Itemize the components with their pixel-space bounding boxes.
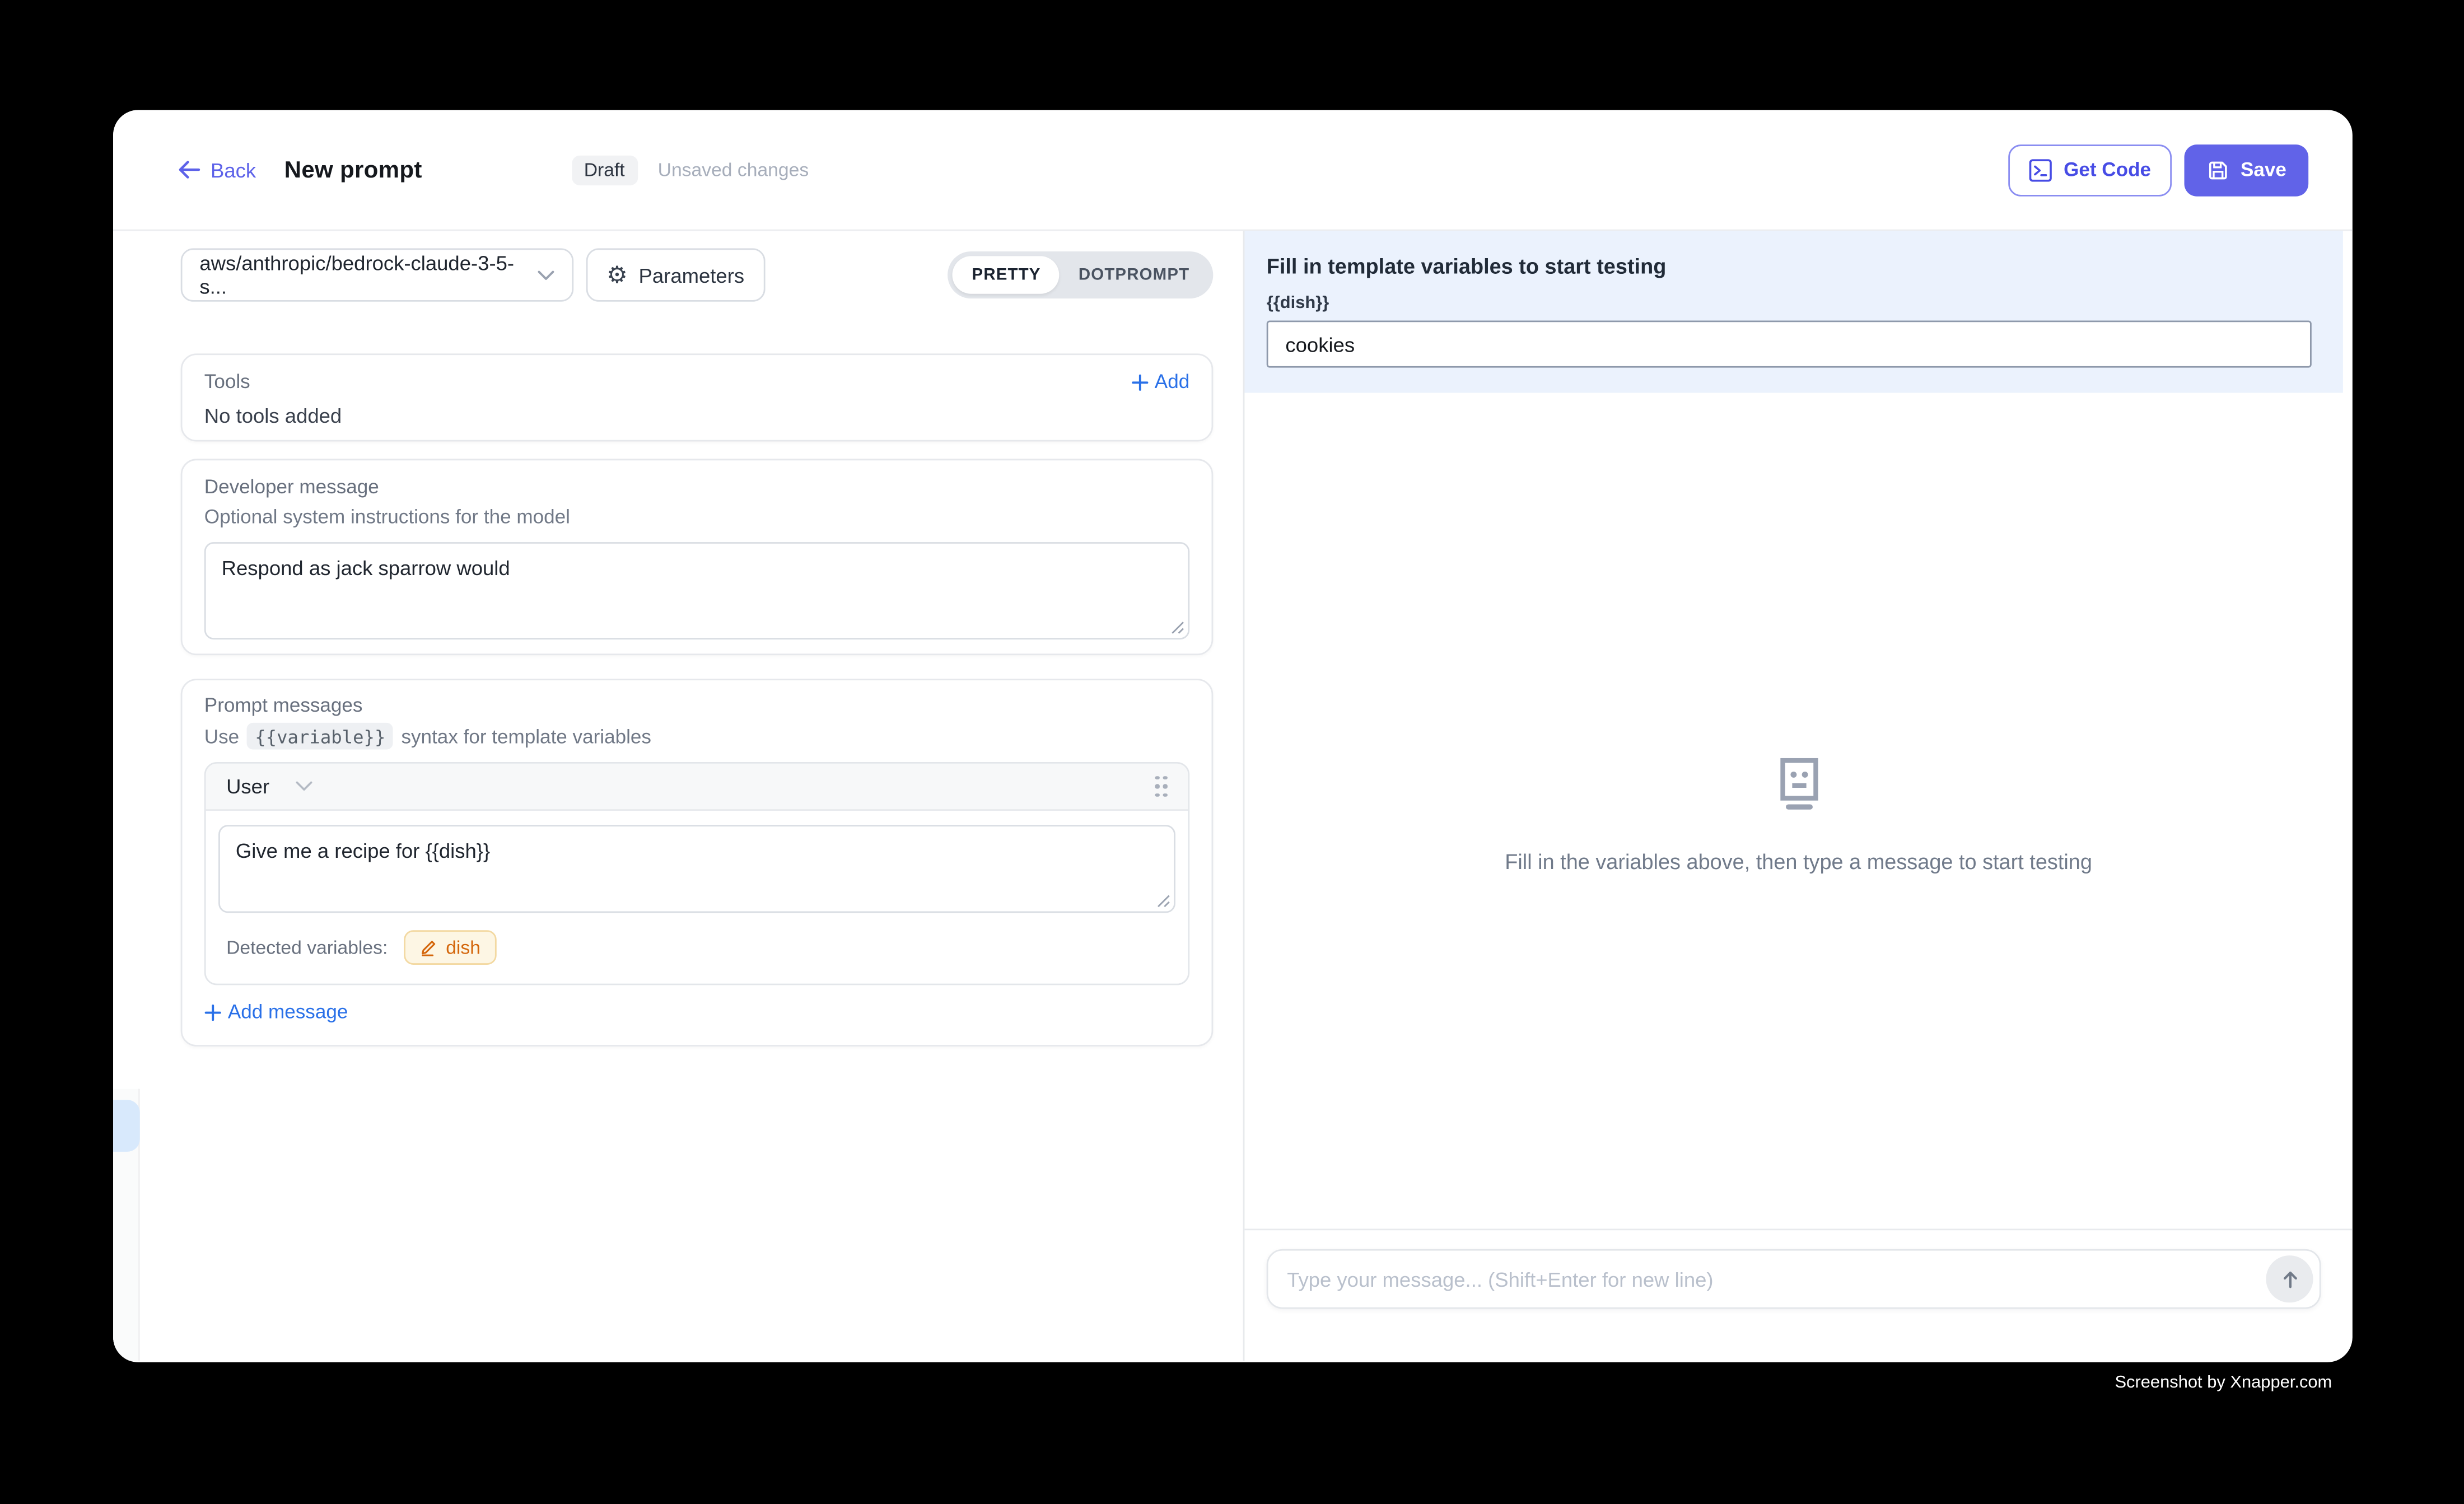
save-button[interactable]: Save [2184, 144, 2308, 196]
background-sidebar-sliver [113, 1089, 140, 1361]
variable-name-label: {{dish}} [1267, 294, 2312, 313]
add-message-button[interactable]: Add message [204, 1001, 348, 1022]
background-sidebar-selected-item [113, 1100, 140, 1152]
back-arrow-icon [178, 160, 201, 179]
plus-icon [1131, 373, 1149, 390]
developer-message-hint: Optional system instructions for the mod… [204, 506, 1189, 528]
prompt-messages-hint: Use {{variable}} syntax for template var… [204, 723, 1189, 750]
back-button[interactable]: Back [178, 158, 256, 181]
model-row: aws/anthropic/bedrock-claude-3-5-s... ⚙ … [181, 248, 1214, 301]
chevron-down-icon[interactable] [296, 781, 314, 792]
developer-message-textarea[interactable]: Respond as jack sparrow would [204, 542, 1189, 639]
tester-panel: Fill in template variables to start test… [1244, 231, 2352, 1361]
template-variables-header: Fill in template variables to start test… [1244, 231, 2342, 393]
prompt-messages-card: Prompt messages Use {{variable}} syntax … [181, 679, 1214, 1045]
resize-grip-icon[interactable] [1156, 894, 1170, 908]
hint-prefix: Use [204, 725, 239, 747]
message-body: Give me a recipe for {{dish}} Detected v… [206, 811, 1188, 984]
page-title: New prompt [284, 156, 422, 183]
variable-chip-dish[interactable]: dish [403, 930, 496, 965]
developer-message-card: Developer message Optional system instru… [181, 459, 1214, 655]
role-select-value[interactable]: User [226, 774, 269, 798]
send-button[interactable] [2266, 1255, 2313, 1302]
toggle-dotprompt[interactable]: DOTPROMPT [1060, 256, 1208, 293]
chevron-down-icon [538, 269, 555, 281]
parameters-button[interactable]: ⚙ Parameters [586, 248, 765, 301]
parameters-label: Parameters [639, 263, 745, 287]
edit-pencil-icon [419, 938, 438, 957]
add-message-label: Add message [228, 1001, 348, 1022]
drag-handle-icon[interactable] [1155, 776, 1167, 797]
model-selector-value: aws/anthropic/bedrock-claude-3-5-s... [199, 251, 538, 298]
app-window: Back New prompt Draft Unsaved changes Ge… [113, 110, 2353, 1361]
arrow-up-icon [2279, 1269, 2299, 1289]
chat-input-container [1267, 1249, 2321, 1309]
resize-grip-icon[interactable] [1171, 620, 1185, 634]
variable-value-input[interactable] [1267, 320, 2312, 367]
watermark: Screenshot by Xnapper.com [2115, 1374, 2332, 1393]
screenshot-stage: Back New prompt Draft Unsaved changes Ge… [0, 0, 2464, 1504]
get-code-button[interactable]: Get Code [2009, 144, 2172, 196]
hint-suffix: syntax for template variables [401, 725, 651, 747]
gear-icon: ⚙ [606, 263, 628, 287]
save-label: Save [2241, 158, 2286, 180]
robot-face-icon [1770, 755, 1827, 811]
variable-syntax-chip: {{variable}} [247, 723, 393, 750]
message-textarea[interactable]: Give me a recipe for {{dish}} [218, 825, 1175, 913]
message-role-row: User [206, 764, 1188, 811]
main-split: aws/anthropic/bedrock-claude-3-5-s... ⚙ … [113, 231, 2353, 1361]
detected-variables-label: Detected variables: [226, 936, 388, 958]
tools-card: Tools Add No tools added [181, 353, 1214, 441]
chat-empty-area: Fill in the variables above, then type a… [1244, 393, 2352, 1229]
back-label: Back [211, 158, 256, 181]
tools-title: Tools [204, 371, 250, 393]
model-selector[interactable]: aws/anthropic/bedrock-claude-3-5-s... [181, 248, 574, 301]
unsaved-changes-note: Unsaved changes [658, 158, 809, 180]
add-tool-button[interactable]: Add [1131, 371, 1190, 393]
developer-message-title: Developer message [204, 476, 1189, 498]
status-badge: Draft [571, 155, 637, 184]
chat-empty-text: Fill in the variables above, then type a… [1505, 849, 2092, 873]
save-icon [2206, 158, 2229, 181]
message-item: User Give me a recipe for {{dish}} Detec… [204, 762, 1189, 985]
chat-input-bar [1244, 1229, 2352, 1361]
add-tool-label: Add [1155, 371, 1189, 393]
variable-chip-label: dish [446, 936, 480, 958]
chat-message-input[interactable] [1268, 1267, 2266, 1291]
get-code-label: Get Code [2064, 158, 2151, 180]
tester-title: Fill in template variables to start test… [1267, 255, 2312, 278]
toggle-pretty[interactable]: PRETTY [953, 256, 1060, 293]
prompt-messages-title: Prompt messages [204, 694, 1189, 716]
terminal-icon [2029, 158, 2052, 181]
prompt-editor-panel: aws/anthropic/bedrock-claude-3-5-s... ⚙ … [113, 231, 1244, 1361]
header: Back New prompt Draft Unsaved changes Ge… [113, 110, 2353, 231]
tools-empty-text: No tools added [204, 404, 1189, 427]
plus-icon [204, 1003, 222, 1021]
view-toggle: PRETTY DOTPROMPT [948, 251, 1213, 298]
detected-variables-row: Detected variables: dish [226, 930, 1175, 965]
